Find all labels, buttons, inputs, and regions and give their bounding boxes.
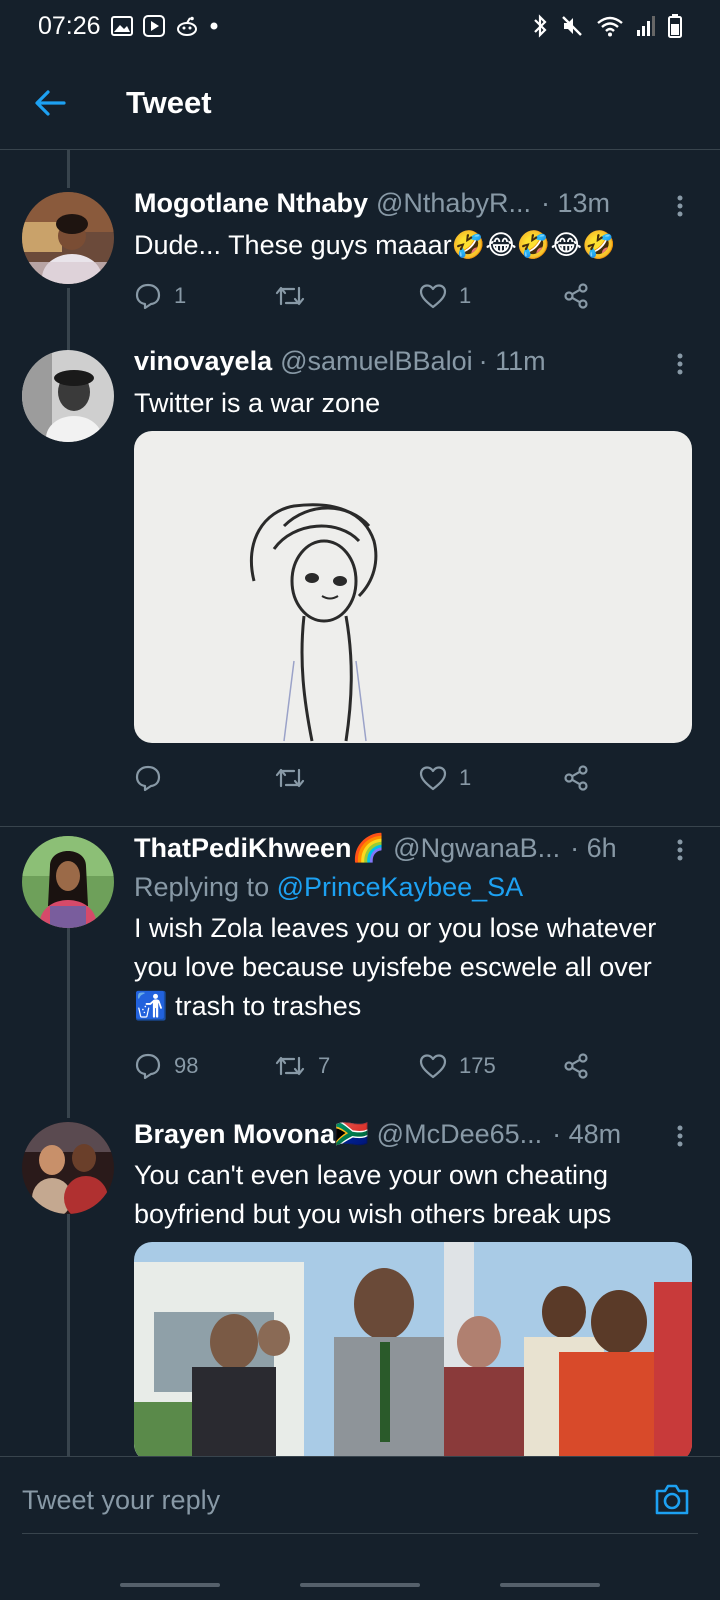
- tweet-time: · 6h: [570, 833, 617, 863]
- page-title: Tweet: [126, 84, 212, 120]
- like-button[interactable]: 175: [419, 1053, 496, 1079]
- display-name[interactable]: Brayen Movona🇿🇦: [134, 1118, 369, 1150]
- thread-line: [67, 288, 70, 350]
- avatar[interactable]: [22, 192, 114, 284]
- share-icon: [564, 1053, 588, 1079]
- retweet-icon: [275, 286, 305, 306]
- camera-icon: [655, 1484, 689, 1515]
- status-bar: 07:26: [0, 0, 720, 52]
- tweet-actions: 98 7 175: [134, 1046, 604, 1086]
- play-store-icon: [142, 15, 165, 37]
- more-vertical-icon: [677, 353, 683, 375]
- display-name[interactable]: ThatPediKhween🌈: [134, 832, 385, 864]
- top-app-bar: Tweet: [0, 56, 720, 150]
- reply-button[interactable]: [134, 764, 174, 792]
- user-handle[interactable]: @NthabyR...: [376, 188, 531, 219]
- like-button[interactable]: 1: [419, 283, 471, 309]
- share-button[interactable]: [562, 1052, 590, 1080]
- more-vertical-icon: [677, 839, 683, 861]
- share-button[interactable]: [562, 764, 590, 792]
- notification-dot-icon: [209, 21, 219, 31]
- share-button[interactable]: [562, 282, 590, 310]
- avatar[interactable]: [22, 836, 114, 928]
- tweet-time: · 11m: [478, 346, 546, 376]
- share-icon: [564, 283, 588, 309]
- arrow-left-icon: [35, 89, 66, 116]
- more-vertical-icon: [677, 1125, 683, 1147]
- user-handle[interactable]: @NgwanaB...: [393, 833, 560, 864]
- tweet-text: Dude... These guys maaar🤣😂🤣😂🤣: [134, 230, 616, 260]
- nav-recents-button[interactable]: [120, 1583, 220, 1587]
- avatar[interactable]: [22, 350, 114, 442]
- retweet-icon: [275, 768, 305, 788]
- heart-icon: [419, 1054, 447, 1079]
- speech-bubble-icon: [135, 1053, 161, 1080]
- tweet-actions: 1: [134, 758, 604, 798]
- replying-to-label: Replying to: [134, 872, 270, 902]
- speech-bubble-icon: [135, 283, 161, 310]
- reddit-icon: [175, 16, 199, 36]
- display-name[interactable]: Mogotlane Nthaby: [134, 188, 368, 219]
- tweet-time: · 13m: [540, 188, 610, 218]
- retweet-button[interactable]: [274, 284, 318, 308]
- mute-icon: [560, 14, 584, 38]
- like-count: 175: [459, 1053, 496, 1078]
- gallery-icon: [110, 16, 133, 36]
- more-options-button[interactable]: [668, 832, 692, 868]
- like-button[interactable]: 1: [419, 765, 471, 791]
- signal-icon: [636, 15, 656, 37]
- mention-link[interactable]: @PrinceKaybee_SA: [277, 872, 524, 902]
- nav-back-button[interactable]: [500, 1583, 600, 1587]
- thread-line: [67, 1214, 70, 1456]
- reply-compose-bar: Tweet your reply: [0, 1456, 720, 1600]
- tweet-text: I wish Zola leaves you or you lose whate…: [134, 913, 657, 1021]
- tweet-time: · 48m: [552, 1119, 622, 1149]
- retweet-icon: [275, 1056, 305, 1076]
- user-handle[interactable]: @samuelBBaloi: [280, 346, 473, 377]
- bluetooth-icon: [532, 14, 548, 38]
- tweet-image[interactable]: [134, 431, 692, 743]
- retweet-button[interactable]: 7: [274, 1053, 330, 1079]
- reply-count: 98: [174, 1053, 199, 1078]
- wifi-icon: [596, 15, 624, 37]
- tweet-text: Twitter is a war zone: [134, 388, 381, 418]
- camera-button[interactable]: [652, 1479, 692, 1519]
- tweet-text: You can't even leave your own cheating b…: [134, 1160, 612, 1229]
- thread-line: [67, 150, 70, 188]
- like-count: 1: [459, 765, 472, 790]
- nav-home-button[interactable]: [300, 1583, 420, 1587]
- replying-to-line: Replying to @PrinceKaybee_SA: [134, 868, 692, 907]
- thread-line: [67, 928, 70, 1118]
- user-handle[interactable]: @McDee65...: [377, 1119, 542, 1150]
- speech-bubble-icon: [135, 765, 161, 792]
- battery-icon: [668, 14, 682, 38]
- like-count: 1: [459, 283, 472, 308]
- tweet-image[interactable]: [134, 1242, 692, 1462]
- retweet-button[interactable]: [274, 766, 318, 790]
- heart-icon: [419, 284, 447, 309]
- status-time: 07:26: [38, 11, 101, 40]
- reply-count: 1: [174, 283, 187, 308]
- more-options-button[interactable]: [668, 1118, 692, 1154]
- heart-icon: [419, 766, 447, 791]
- share-icon: [564, 765, 588, 791]
- back-button[interactable]: [0, 56, 100, 150]
- reply-input[interactable]: Tweet your reply: [22, 1485, 220, 1516]
- more-options-button[interactable]: [668, 188, 692, 224]
- divider: [0, 826, 720, 827]
- display-name[interactable]: vinovayela: [134, 346, 272, 377]
- reply-button[interactable]: 1: [134, 282, 186, 310]
- tweet-actions: 1 1: [134, 276, 604, 316]
- reply-button[interactable]: 98: [134, 1052, 198, 1080]
- more-vertical-icon: [677, 195, 683, 217]
- retweet-count: 7: [318, 1053, 331, 1078]
- input-underline: [22, 1533, 698, 1534]
- more-options-button[interactable]: [668, 346, 692, 382]
- avatar[interactable]: [22, 1122, 114, 1214]
